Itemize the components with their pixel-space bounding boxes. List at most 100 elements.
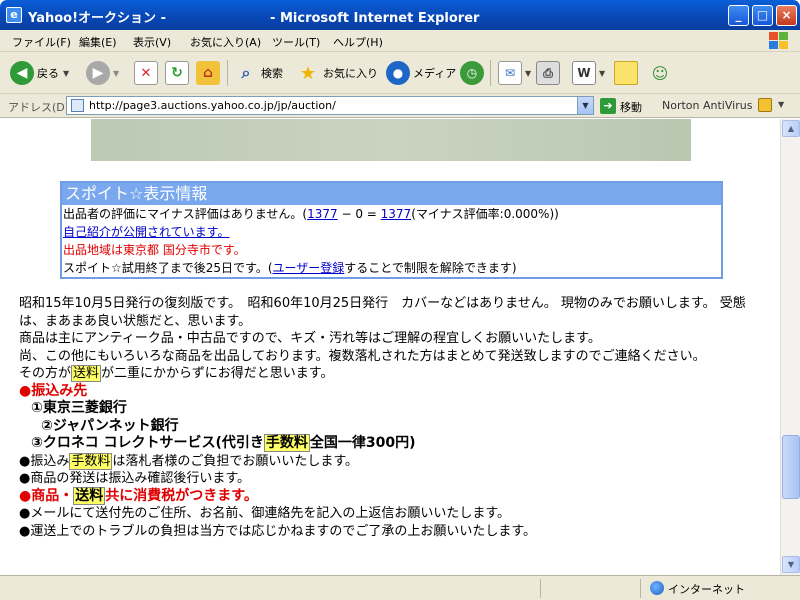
scroll-down-button[interactable]: ▼ — [782, 556, 800, 573]
p4-highlight: 送料 — [71, 365, 102, 382]
rating-line: 出品者の評価にマイナス評価はありません。(1377 − 0 = 1377(マイナ… — [62, 205, 721, 223]
bank-title: ●振込み先 — [19, 382, 88, 399]
p4-post: が二重にかからずにお得だと思います。 — [101, 366, 334, 381]
status-divider — [540, 579, 541, 598]
search-button[interactable]: ⌕ 検索 — [234, 59, 283, 87]
menu-help[interactable]: ヘルプ(H) — [333, 34, 383, 50]
menu-tools[interactable]: ツール(T) — [272, 34, 320, 50]
messenger-button[interactable]: ☺ — [648, 59, 675, 87]
ie-icon: e — [6, 7, 22, 23]
norton-antivirus-label[interactable]: Norton AntiVirus — [662, 99, 752, 112]
messenger-people-icon: ☺ — [648, 61, 672, 85]
menu-bar: ファイル(F) 編集(E) 表示(V) お気に入り(A) ツール(T) ヘルプ(… — [0, 30, 800, 52]
tax-pre: ●商品・ — [19, 487, 74, 504]
go-arrow-icon[interactable]: ➜ — [600, 98, 616, 114]
back-label: 戻る — [37, 67, 59, 80]
address-bar: アドレス(D) http://page3.auctions.yahoo.co.j… — [0, 94, 800, 118]
ship-line: ●商品の発送は振込み確認後行います。 — [19, 471, 251, 486]
self-intro-link[interactable]: 自己紹介が公開されています。 — [63, 225, 229, 239]
favorites-button[interactable]: ★ お気に入り — [296, 59, 378, 87]
home-button[interactable]: ⌂ — [196, 59, 223, 87]
window-title: Yahoo!オークション - - Microsoft Internet Expl… — [28, 11, 480, 26]
desc-p2: 商品は主にアンティーク品・中古品ですので、キズ・汚れ等はご理解の程宜しくお願いい… — [19, 331, 601, 346]
maximize-button[interactable]: □ — [752, 5, 773, 26]
back-button[interactable]: ◀ 戻る ▼ — [10, 59, 69, 87]
chevron-down-icon: ▼ — [599, 68, 606, 78]
desc-p4: その方が 送料 が二重にかからずにお得だと思います。 — [19, 365, 769, 383]
scroll-up-button[interactable]: ▲ — [782, 120, 800, 137]
media-label: メディア — [413, 67, 457, 80]
menu-favorites[interactable]: お気に入り(A) — [190, 34, 261, 50]
p4-pre: その方が — [19, 366, 72, 381]
scroll-thumb[interactable] — [782, 435, 800, 499]
item-image — [91, 119, 691, 161]
word-edit-icon: W — [572, 61, 596, 85]
chevron-down-icon: ▼ — [113, 68, 120, 78]
toolbar-divider — [227, 60, 228, 86]
bank-2: ②ジャパンネット銀行 — [41, 417, 179, 434]
spoit-info-box: スポイト☆表示情報 出品者の評価にマイナス評価はありません。(1377 − 0 … — [60, 181, 723, 279]
bank3-highlight: 手数料 — [263, 434, 310, 452]
forward-arrow-icon: ▶ — [86, 61, 110, 85]
trial-suffix: することで制限を解除できます) — [344, 261, 517, 275]
edit-button[interactable]: W ▼ — [572, 59, 605, 87]
media-button[interactable]: ● メディア — [386, 59, 456, 87]
tax-highlight: 送料 — [73, 486, 106, 505]
info-heading: スポイト☆表示情報 — [62, 183, 721, 205]
rating-net-link[interactable]: 1377 — [381, 207, 412, 221]
rating-total-link[interactable]: 1377 — [307, 207, 338, 221]
favorites-label: お気に入り — [323, 67, 378, 80]
toolbar: ◀ 戻る ▼ ▶ ▼ ✕ ↻ ⌂ ⌕ 検索 ★ お気に入り ● メディア ◷ ✉… — [0, 52, 800, 94]
user-register-link[interactable]: ユーザー登録 — [273, 261, 345, 275]
mail-line: ●メールにて送付先のご住所、お名前、御連絡先を記入の上返信お願いいたします。 — [19, 506, 511, 521]
page-icon — [71, 99, 84, 112]
address-label: アドレス(D) — [8, 101, 70, 114]
tax-line: ●商品・ 送料 共に消費税がつきます。 — [19, 486, 769, 506]
mail-button[interactable]: ✉ ▼ — [498, 59, 531, 87]
search-icon: ⌕ — [234, 61, 258, 85]
vertical-scrollbar[interactable]: ▲ ▼ — [780, 119, 800, 575]
page-content: スポイト☆表示情報 出品者の評価にマイナス評価はありません。(1377 − 0 … — [0, 119, 780, 575]
note-icon — [614, 61, 638, 85]
stop-button[interactable]: ✕ — [134, 59, 161, 87]
history-clock-icon: ◷ — [460, 61, 484, 85]
toolbar-divider — [490, 60, 491, 86]
go-button[interactable]: 移動 — [620, 99, 642, 115]
menu-file[interactable]: ファイル(F) — [12, 34, 71, 50]
minimize-button[interactable]: _ — [728, 5, 749, 26]
status-bar: インターネット — [0, 575, 800, 600]
menu-edit[interactable]: 編集(E) — [79, 34, 117, 50]
desc-p1: 昭和15年10月5日発行の復刻版です。 昭和60年10月25日発行 カバーなどは… — [19, 296, 746, 329]
rating-suffix: (マイナス評価率:0.000%)) — [411, 207, 559, 221]
chevron-down-icon: ▼ — [63, 68, 70, 78]
back-arrow-icon: ◀ — [10, 61, 34, 85]
tax-post: 共に消費税がつきます。 — [105, 487, 258, 504]
mail-icon: ✉ — [498, 61, 522, 85]
fee-post: は落札者様のご負担でお願いいたします。 — [112, 453, 359, 469]
address-input[interactable]: http://page3.auctions.yahoo.co.jp/jp/auc… — [66, 96, 594, 115]
menu-view[interactable]: 表示(V) — [133, 34, 171, 50]
search-label: 検索 — [261, 67, 283, 80]
chevron-down-icon[interactable]: ▼ — [577, 97, 593, 114]
chevron-down-icon[interactable]: ▼ — [778, 100, 784, 109]
windows-logo-icon — [768, 31, 790, 51]
norton-icon[interactable] — [758, 98, 772, 112]
trouble-line: ●運送上でのトラブルの負担は当方では応じかねますのでご了承の上お願いいたします。 — [19, 523, 537, 539]
home-icon: ⌂ — [196, 61, 220, 85]
bank-3: ③クロネコ コレクトサービス(代引き 手数料 全国一律300円) — [19, 434, 769, 453]
printer-icon: ⎙ — [536, 61, 560, 85]
history-button[interactable]: ◷ — [460, 59, 487, 87]
forward-button[interactable]: ▶ ▼ — [86, 59, 119, 87]
item-description: 昭和15年10月5日発行の復刻版です。 昭和60年10月25日発行 カバーなどは… — [19, 295, 769, 540]
stop-icon: ✕ — [134, 61, 158, 85]
star-icon: ★ — [296, 61, 320, 85]
security-zone: インターネット — [668, 583, 745, 596]
refresh-icon: ↻ — [165, 61, 189, 85]
close-button[interactable]: × — [776, 5, 797, 26]
region-line: 出品地域は東京都 国分寺市です。 — [63, 243, 246, 257]
discuss-button[interactable] — [614, 59, 641, 87]
print-button[interactable]: ⎙ — [536, 59, 563, 87]
refresh-button[interactable]: ↻ — [165, 59, 192, 87]
address-url: http://page3.auctions.yahoo.co.jp/jp/auc… — [89, 99, 336, 112]
chevron-down-icon: ▼ — [525, 68, 532, 78]
